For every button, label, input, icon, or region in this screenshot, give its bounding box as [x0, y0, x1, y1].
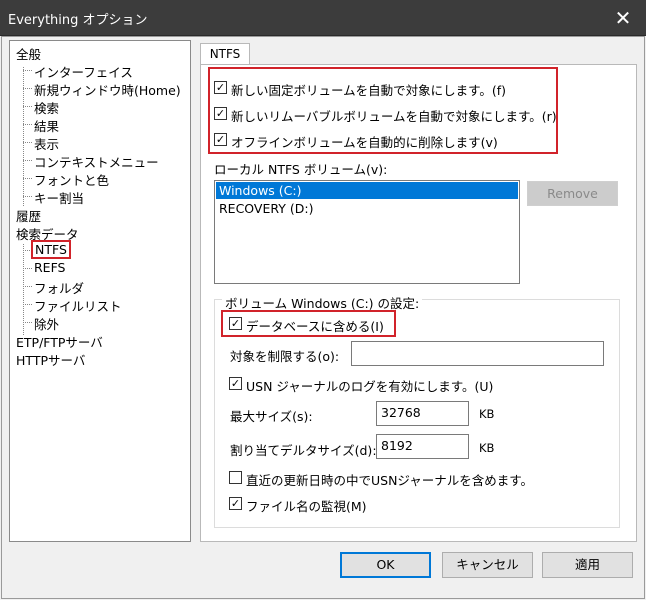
window-title: Everything オプション	[8, 13, 148, 28]
tree-item-label: NTFS	[31, 240, 71, 259]
tree-item-label: 表示	[34, 137, 60, 152]
checkbox-label: オフラインボリュームを自動的に削除します(v)	[231, 135, 498, 150]
tree-item-etp-ftp[interactable]: ETP/FTPサーバ	[16, 332, 103, 351]
checkbox-label: ファイル名の監視(M)	[246, 499, 367, 514]
tree-item-label: フォントと色	[34, 173, 110, 188]
volumes-label: ローカル NTFS ボリューム(v):	[214, 162, 388, 177]
limit-label: 対象を制限する(o):	[230, 349, 340, 364]
checkbox-label: 新しい固定ボリュームを自動で対象にします。(f)	[231, 83, 507, 98]
check-icon: ✓	[229, 377, 242, 390]
delta-label: 割り当てデルタサイズ(d):	[230, 443, 377, 458]
volume-list[interactable]: Windows (C:) RECOVERY (D:)	[214, 180, 520, 284]
list-item[interactable]: RECOVERY (D:)	[216, 200, 518, 217]
tree-item-label: 新規ウィンドウ時(Home)	[34, 83, 181, 98]
tree-item-label: 除外	[34, 317, 60, 332]
delta-input[interactable]: 8192	[376, 434, 469, 459]
checkbox-box	[229, 471, 242, 484]
tree-item-label: ファイルリスト	[34, 299, 122, 314]
check-icon: ✓	[214, 81, 227, 94]
tab-ntfs[interactable]: NTFS	[200, 43, 250, 65]
max-size-input[interactable]: 32768	[376, 401, 469, 426]
tree-item-label: コンテキストメニュー	[34, 155, 159, 170]
checkbox-label: データベースに含める(I)	[246, 319, 384, 334]
max-size-unit: KB	[479, 407, 495, 421]
tree-item-history[interactable]: 履歴	[16, 206, 41, 225]
close-icon[interactable]: ✕	[600, 0, 646, 36]
title-bar: Everything オプション ✕	[0, 0, 646, 36]
checkbox-label: 新しいリムーバブルボリュームを自動で対象にします。(r)	[231, 109, 557, 124]
max-size-label: 最大サイズ(s):	[230, 409, 313, 424]
ok-button[interactable]: OK	[340, 552, 431, 578]
tree-item-label: インターフェイス	[34, 65, 133, 80]
tree-item-label: フォルダ	[34, 281, 85, 296]
checkbox-label: 直近の更新日時の中でUSNジャーナルを含めます。	[246, 473, 534, 488]
delta-unit: KB	[479, 441, 495, 455]
options-tree[interactable]: 全般 インターフェイス 新規ウィンドウ時(Home) 検索 結果 表示 コンテキ…	[9, 40, 191, 542]
list-item[interactable]: Windows (C:)	[216, 182, 518, 199]
tree-item-label: キー割当	[34, 191, 85, 206]
limit-input[interactable]	[351, 341, 604, 366]
tree-item-http[interactable]: HTTPサーバ	[16, 350, 85, 369]
ntfs-panel: ✓ 新しい固定ボリュームを自動で対象にします。(f) ✓ 新しいリムーバブルボリ…	[200, 64, 637, 542]
apply-button[interactable]: 適用	[542, 552, 633, 578]
tree-item-label: REFS	[34, 260, 66, 275]
check-icon: ✓	[214, 107, 227, 120]
checkbox-label: USN ジャーナルのログを有効にします。(U)	[246, 379, 494, 394]
remove-button[interactable]: Remove	[527, 181, 618, 206]
tree-item-label: 結果	[34, 119, 60, 134]
cancel-button[interactable]: キャンセル	[442, 552, 533, 578]
check-icon: ✓	[229, 317, 242, 330]
check-icon: ✓	[229, 497, 242, 510]
tree-item-label: 検索	[34, 101, 60, 116]
tree-item-general[interactable]: 全般	[16, 44, 41, 63]
check-icon: ✓	[214, 133, 227, 146]
